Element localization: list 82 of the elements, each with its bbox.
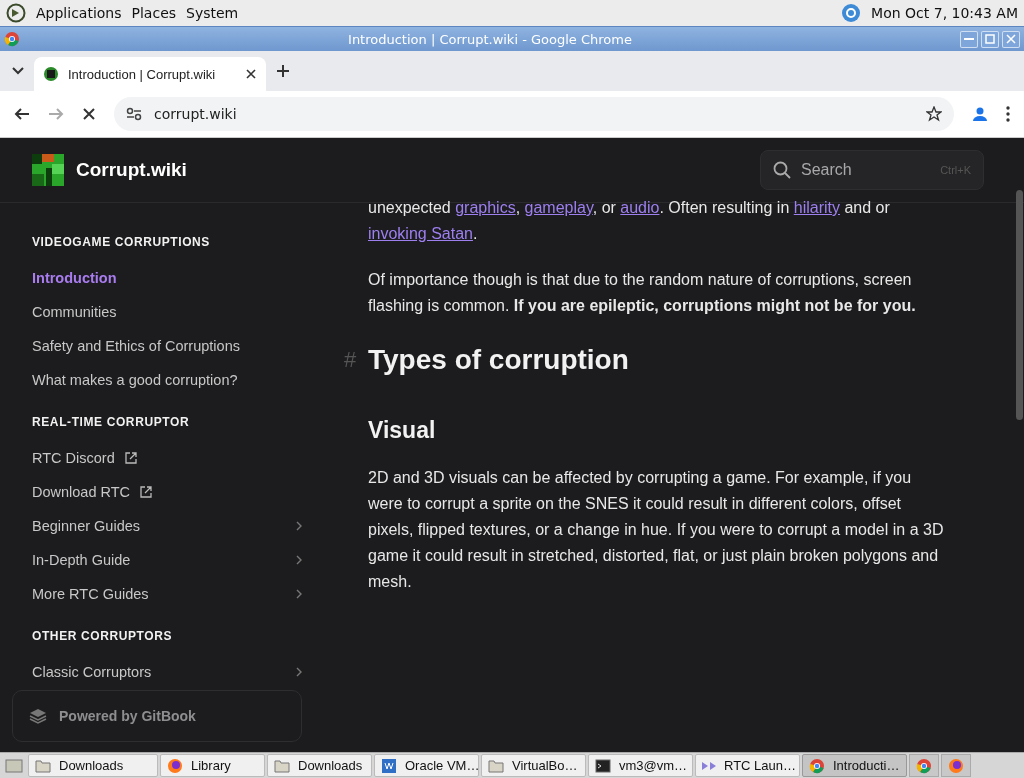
text-link[interactable]: graphics [455, 199, 516, 216]
virtualbox-icon [381, 757, 397, 774]
text-link[interactable]: invoking Satan [368, 225, 473, 242]
chevron-right-icon [296, 521, 302, 531]
taskbar-window-button[interactable]: vm3@vm… [588, 754, 693, 777]
paragraph: 2D and 3D visuals can be affected by corrupting a game. For example, if you were to corrupt a sprite on the SNES it could result in different colors, offset pixels, flipped textures, or a change in hue. If you were to corrupt a model in a 3D game it could result in stretched, distorted, flat, or just plain broken polygons and mesh. [368, 468, 944, 592]
folder-icon [274, 758, 290, 773]
close-button[interactable] [1002, 30, 1020, 48]
panel-menu[interactable]: System [186, 3, 239, 23]
chevron-right-icon [296, 555, 302, 565]
external-link-icon [140, 486, 153, 498]
tray-app-icon[interactable] [841, 3, 862, 23]
taskbar-window-button[interactable]: RTC Laun… [695, 754, 800, 777]
site-settings-icon[interactable] [126, 107, 142, 121]
stacked-layers-icon [29, 707, 47, 725]
arrow-left-icon [14, 106, 30, 122]
powered-by-card[interactable]: Powered by GitBook [12, 690, 302, 742]
menu-icon [1006, 106, 1010, 122]
paragraph: unexpected graphics, gameplay, or audio. Often resulting in hilarity and or invoking Satan. [368, 198, 891, 244]
firefox-icon [167, 757, 183, 774]
text-link[interactable]: audio [620, 199, 660, 216]
external-link-icon [124, 452, 137, 464]
chrome-icon [916, 757, 932, 774]
nav-link[interactable]: Safety and Ethics of Corruptions [32, 329, 302, 363]
nav-link[interactable]: RTC Discord [32, 441, 302, 475]
chrome-icon [4, 31, 20, 47]
person-icon [972, 106, 988, 122]
launcher-button[interactable] [909, 754, 939, 777]
folder-icon [35, 758, 51, 773]
chevron-right-icon [296, 589, 302, 599]
desktop-icon [5, 757, 23, 774]
taskbar-window-button[interactable]: Oracle VM… [374, 754, 479, 777]
site-favicon-icon [44, 67, 58, 81]
terminal-icon [595, 757, 611, 774]
firefox-icon [948, 757, 964, 774]
site-logo-icon [32, 154, 64, 186]
address-bar[interactable]: corrupt.wiki [114, 97, 954, 131]
clock[interactable]: Mon Oct 7, 10:43 AM [871, 5, 1018, 21]
maximize-icon [985, 34, 995, 44]
minimize-icon [964, 38, 974, 40]
folder-icon [488, 758, 504, 773]
close-tab-icon[interactable] [246, 69, 256, 79]
browser-tab[interactable]: Introduction | Corrupt.wiki [34, 57, 266, 91]
close-icon [1006, 34, 1016, 44]
section-heading: OTHER CORRUPTORS [32, 629, 174, 643]
taskbar-window-button[interactable]: Downloads [28, 754, 158, 777]
paragraph: Of importance though is that due to the random nature of corruptions, screen flashing is common. If you are epileptic, corruptions might not be for you. [368, 270, 917, 316]
launcher-button[interactable] [941, 754, 971, 777]
text-link[interactable]: hilarity [793, 199, 840, 216]
bookmark-star-icon[interactable] [926, 106, 942, 122]
nav-link[interactable]: Communities [32, 295, 302, 329]
rtc-icon [702, 761, 716, 770]
nav-link[interactable]: What makes a good corruption? [32, 363, 302, 397]
search-icon [773, 161, 791, 179]
panel-menu[interactable]: Applications [36, 3, 122, 23]
chrome-icon [809, 757, 825, 774]
arrow-right-icon [48, 106, 64, 122]
scrollbar-thumb[interactable] [1016, 190, 1023, 420]
window-title: Introduction | Corrupt.wiki - Google Chrome [347, 31, 633, 47]
subsection-title: Visual [368, 417, 437, 443]
taskbar-window-button[interactable]: Downloads [267, 754, 372, 777]
nav-link[interactable]: Introduction [32, 261, 302, 295]
nav-link[interactable]: More RTC Guides [32, 577, 302, 611]
text-link[interactable]: gameplay [524, 199, 593, 216]
section-heading: REAL-TIME CORRUPTOR [32, 415, 191, 429]
nav-link[interactable]: Beginner Guides [32, 509, 302, 543]
chevron-right-icon [296, 667, 302, 677]
panel-menu[interactable]: Places [131, 3, 177, 23]
chevron-down-icon [12, 67, 24, 75]
nav-link[interactable]: Classic Corruptors [32, 655, 302, 689]
distro-logo-icon[interactable] [6, 3, 26, 23]
stop-x-icon [82, 107, 96, 121]
taskbar-window-button[interactable]: VirtualBo… [481, 754, 586, 777]
section-title: Types of corruption [368, 347, 629, 373]
nav-link[interactable]: Download RTC [32, 475, 302, 509]
plus-icon [276, 64, 290, 78]
section-heading: VIDEOGAME CORRUPTIONS [32, 235, 211, 249]
minimize-button[interactable] [960, 30, 978, 48]
taskbar-window-button[interactable]: Introducti… [802, 754, 907, 777]
nav-link[interactable]: In-Depth Guide [32, 543, 302, 577]
taskbar-window-button[interactable]: Library [160, 754, 265, 777]
site-name[interactable]: Corrupt.wiki [76, 159, 187, 181]
